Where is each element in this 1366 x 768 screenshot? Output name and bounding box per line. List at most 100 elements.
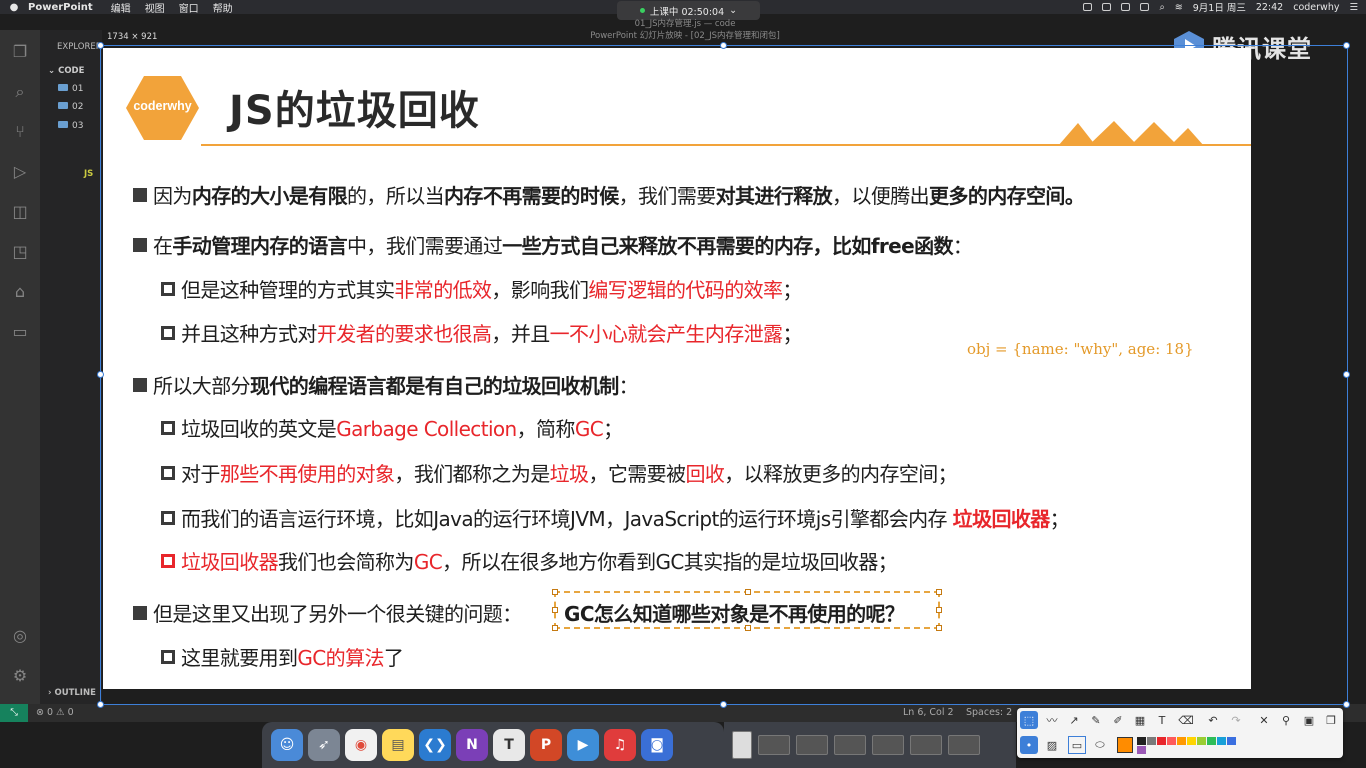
highlighter-tool-icon[interactable]: ✐ [1109,711,1127,729]
tencent-class-app-icon[interactable]: ▶ [567,729,599,761]
netease-music-icon[interactable]: ♫ [604,729,636,761]
search-icon[interactable]: ⌕ [10,82,30,102]
window-thumbnail[interactable] [796,735,828,755]
resize-handle[interactable] [936,607,942,613]
selection-handle[interactable] [1343,42,1350,49]
window-thumbnail[interactable] [834,735,866,755]
cursor-position[interactable]: Ln 6, Col 2 [903,707,954,718]
js-file-item[interactable]: JS [84,169,93,179]
resize-handle[interactable] [552,589,558,595]
rectangle-shape-icon[interactable]: ▭ [1068,736,1086,754]
battery-icon[interactable] [1140,3,1150,11]
pin-icon[interactable]: ⚲ [1277,711,1295,729]
undo-icon[interactable]: ↶ [1204,711,1222,729]
problems-status[interactable]: ⊗ 0 ⚠ 0 [36,707,74,718]
window-thumbnail[interactable] [910,735,942,755]
selection-handle[interactable] [1343,371,1350,378]
menu-edit[interactable]: 编辑 [111,0,131,15]
color-swatch[interactable] [1167,737,1176,745]
folder-item[interactable]: 02 [58,102,83,112]
color-swatch[interactable] [1197,737,1206,745]
color-swatch[interactable] [1157,737,1166,745]
color-swatch[interactable] [1137,746,1146,754]
menu-app-name[interactable]: PowerPoint [28,2,93,13]
wifi-icon[interactable]: ≋ [1175,2,1183,13]
settings-gear-icon[interactable]: ⚙ [10,666,30,686]
window-thumbnail[interactable] [948,735,980,755]
indentation-status[interactable]: Spaces: 2 [966,707,1012,718]
current-color-swatch[interactable] [1117,737,1133,753]
selection-handle[interactable] [97,371,104,378]
color-swatch[interactable] [1217,737,1226,745]
select-tool-icon[interactable]: ⬚ [1020,711,1038,729]
files-icon[interactable]: ❐ [10,42,30,62]
mosaic-tool-icon[interactable]: ▦ [1131,711,1149,729]
redo-icon[interactable]: ↷ [1227,711,1245,729]
launchpad-icon[interactable]: ➶ [308,729,340,761]
text-tool-icon[interactable]: T [1153,711,1171,729]
color-swatch[interactable] [1147,737,1156,745]
menu-window[interactable]: 窗口 [179,0,199,15]
question-highlight-box[interactable]: GC怎么知道哪些对象是不再使用的呢？ [552,589,942,631]
selection-handle[interactable] [720,42,727,49]
color-swatch[interactable] [1177,737,1186,745]
resize-handle[interactable] [552,625,558,631]
screen-icon[interactable] [1083,3,1093,11]
menu-view[interactable]: 视图 [145,0,165,15]
apple-icon[interactable]: ● [0,2,28,13]
folder-item[interactable]: 01 [58,84,83,94]
arrow-tool-icon[interactable]: ↗ [1065,711,1083,729]
outline-section[interactable]: › OUTLINE [48,688,96,698]
resize-handle[interactable] [936,589,942,595]
save-icon[interactable]: ▣ [1300,711,1318,729]
fill-pattern-icon[interactable]: ▨ [1043,736,1061,754]
remote-explorer-icon[interactable]: ◳ [10,242,30,262]
powerpoint-icon[interactable]: P [530,729,562,761]
color-swatch[interactable] [1207,737,1216,745]
selection-handle[interactable] [97,701,104,708]
search-icon[interactable]: ⌕ [1159,2,1164,13]
run-debug-icon[interactable]: ▷ [10,162,30,182]
typora-icon[interactable]: T [493,729,525,761]
color-swatch[interactable] [1227,737,1236,745]
control-center-icon[interactable]: ☰ [1349,2,1358,13]
window-thumbnail[interactable] [758,735,790,755]
notes-icon[interactable]: ▤ [382,729,414,761]
audio-icon[interactable] [1121,3,1131,11]
onenote-icon[interactable]: N [456,729,488,761]
color-swatch[interactable] [1137,737,1146,745]
camera-icon[interactable] [1102,3,1112,11]
resize-handle[interactable] [936,625,942,631]
freehand-tool-icon[interactable]: 〰 [1043,711,1061,729]
menubar-user[interactable]: coderwhy [1293,2,1339,13]
extensions-icon[interactable]: ◫ [10,202,30,222]
document-thumbnail[interactable] [732,731,752,759]
window-thumbnail[interactable] [872,735,904,755]
resize-handle[interactable] [745,625,751,631]
selection-handle[interactable] [97,42,104,49]
chrome-icon[interactable]: ◉ [345,729,377,761]
source-control-icon[interactable]: ⑂ [10,122,30,142]
folder-icon[interactable]: ▭ [10,322,30,342]
folder-item[interactable]: 03 [58,121,83,131]
selection-handle[interactable] [720,701,727,708]
account-icon[interactable]: ◎ [10,626,30,646]
color-swatch[interactable] [1187,737,1196,745]
pen-tool-icon[interactable]: ✎ [1087,711,1105,729]
eraser-tool-icon[interactable]: ⌫ [1177,711,1195,729]
screen-recorder-icon[interactable]: ◙ [641,729,673,761]
resize-handle[interactable] [552,607,558,613]
bookmark-icon[interactable]: ⌂ [10,282,30,302]
close-icon[interactable]: ✕ [1255,711,1273,729]
finder-icon[interactable]: ☺ [271,729,303,761]
workspace-section[interactable]: ⌄ CODE [48,66,84,76]
small-stroke-icon[interactable]: • [1020,736,1038,754]
mountain-decoration-icon [1058,121,1204,146]
resize-handle[interactable] [745,589,751,595]
vscode-icon[interactable]: ❮❯ [419,729,451,761]
selection-handle[interactable] [1343,701,1350,708]
copy-icon[interactable]: ❐ [1322,711,1340,729]
menu-help[interactable]: 帮助 [213,0,233,15]
remote-indicator[interactable]: ⤡ [0,704,28,722]
ellipse-shape-icon[interactable]: ⬭ [1091,736,1109,754]
